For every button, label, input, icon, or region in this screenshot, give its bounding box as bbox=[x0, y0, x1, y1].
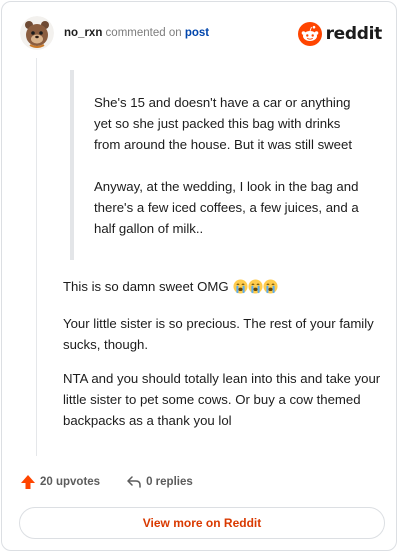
reply-arrow-icon[interactable] bbox=[126, 474, 142, 490]
upvote-action[interactable]: 20 upvotes bbox=[20, 474, 100, 490]
loudly-crying-face-icon bbox=[248, 279, 263, 294]
reply-count: 0 replies bbox=[146, 476, 193, 488]
avatar-image bbox=[20, 16, 54, 50]
thread-line bbox=[36, 58, 37, 456]
comment-paragraph: This is so damn sweet OMG bbox=[63, 276, 389, 300]
comment-body: This is so damn sweet OMG Your little si… bbox=[63, 276, 389, 444]
comment-paragraph: Your little sister is so precious. The r… bbox=[63, 316, 374, 352]
comment-meta: no_rxn commented on post bbox=[64, 26, 209, 40]
reddit-wordmark: reddit bbox=[325, 24, 383, 44]
reddit-logo[interactable]: reddit bbox=[297, 22, 383, 46]
reply-action[interactable]: 0 replies bbox=[126, 474, 193, 490]
comment-paragraph: NTA and you should totally lean into thi… bbox=[63, 371, 381, 428]
quote-paragraph: She's 15 and doesn't have a car or anyth… bbox=[94, 95, 353, 152]
commented-on-text: commented on bbox=[105, 27, 182, 39]
view-more-on-reddit-button[interactable]: View more on Reddit bbox=[19, 507, 385, 539]
comment-header: no_rxn commented on post reddit bbox=[20, 16, 382, 56]
username-link[interactable]: no_rxn bbox=[64, 27, 102, 39]
avatar[interactable] bbox=[20, 16, 54, 50]
upvote-count: 20 upvotes bbox=[40, 476, 101, 488]
upvote-arrow-icon[interactable] bbox=[20, 474, 36, 490]
comment-paragraph-text: This is so damn sweet OMG bbox=[63, 279, 229, 294]
loudly-crying-face-icon bbox=[263, 279, 278, 294]
loudly-crying-face-icon bbox=[233, 279, 248, 294]
quote-paragraph: Anyway, at the wedding, I look in the ba… bbox=[94, 179, 359, 236]
comment-actions: 20 upvotes 0 replies bbox=[20, 472, 219, 492]
post-link[interactable]: post bbox=[185, 27, 209, 39]
reddit-snoo-icon bbox=[297, 22, 322, 46]
embedded-comment-card: no_rxn commented on post reddit She's 15… bbox=[1, 1, 397, 551]
quoted-text: She's 15 and doesn't have a car or anyth… bbox=[70, 70, 360, 260]
crying-emoji-group bbox=[233, 279, 278, 300]
